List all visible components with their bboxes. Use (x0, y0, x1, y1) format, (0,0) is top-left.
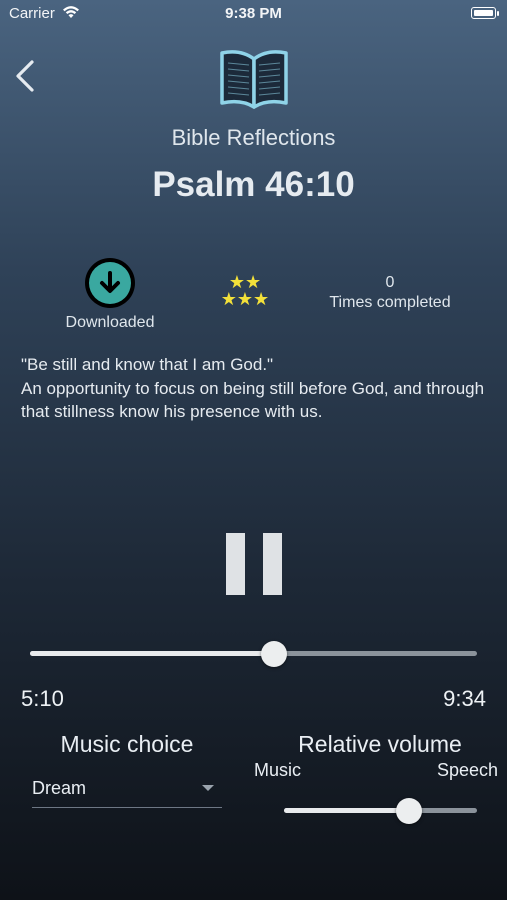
status-time: 9:38 PM (225, 5, 282, 22)
open-book-icon (219, 47, 289, 109)
download-status-label: Downloaded (65, 314, 155, 331)
chevron-left-icon (16, 60, 34, 92)
relative-volume-slider[interactable] (284, 808, 477, 813)
volume-thumb[interactable] (396, 797, 423, 824)
elapsed-time: 5:10 (21, 686, 64, 711)
volume-speech-label: Speech (437, 760, 499, 780)
music-choice-value: Dream (32, 778, 87, 798)
page-title: Psalm 46:10 (152, 165, 355, 204)
pause-button[interactable] (226, 533, 282, 595)
progress-fill (30, 651, 274, 656)
download-status-icon[interactable] (85, 258, 135, 308)
times-completed-count: 0 (385, 274, 395, 291)
times-completed-label: Times completed (329, 294, 451, 311)
back-button[interactable] (12, 58, 40, 94)
description-body: An opportunity to focus on being still b… (21, 378, 485, 422)
total-duration: 9:34 (443, 686, 486, 711)
music-choice-select[interactable]: Dream (32, 772, 222, 808)
category-title: Bible Reflections (171, 125, 336, 150)
stars-bottom-row: ★★★ (220, 289, 270, 309)
pause-icon-bar-right (263, 533, 282, 595)
pause-icon-bar-left (226, 533, 245, 595)
chevron-down-icon (202, 785, 214, 791)
volume-music-label: Music (254, 760, 302, 780)
status-bar: Carrier 9:38 PM (0, 0, 507, 28)
progress-thumb[interactable] (260, 640, 287, 667)
download-arrow-icon (100, 271, 120, 293)
playback-progress-slider[interactable] (30, 651, 477, 656)
description-text: "Be still and know that I am God." An op… (21, 353, 491, 424)
volume-fill (284, 808, 410, 813)
music-choice-heading: Music choice (60, 731, 194, 757)
relative-volume-heading: Relative volume (298, 731, 462, 757)
rating-stars: ★★ ★★★ (210, 273, 280, 309)
description-quote: "Be still and know that I am God." (21, 355, 274, 374)
battery-icon (471, 7, 499, 19)
